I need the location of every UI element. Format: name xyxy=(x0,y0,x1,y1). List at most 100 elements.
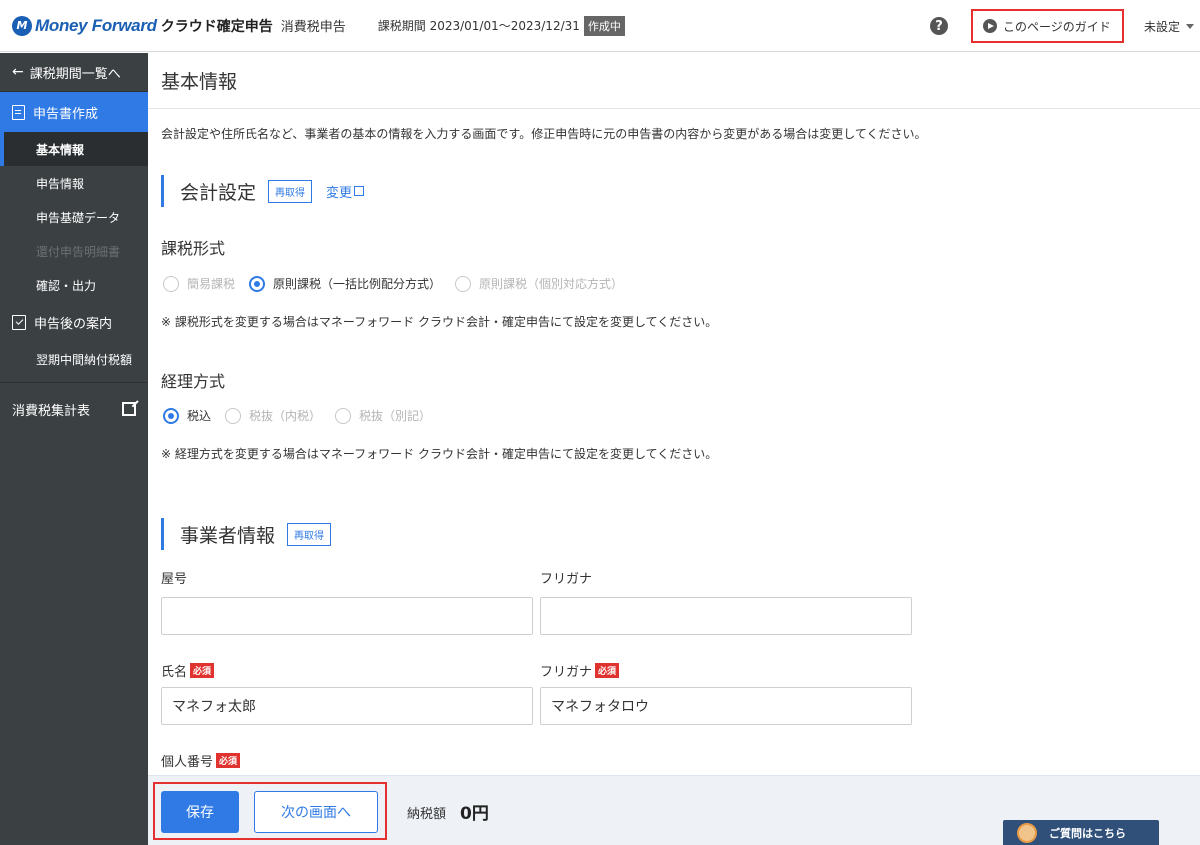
taxation-method-heading: 課税形式 xyxy=(161,239,226,258)
mynumber-label-text: 個人番号 xyxy=(161,755,214,770)
logo-text: Money Forward xyxy=(35,15,157,35)
page-title: 基本情報 xyxy=(148,53,1200,109)
accounting-section-header: 会計設定 再取得 変更 xyxy=(161,175,365,207)
sidebar-item-label: 翌期中間納付税額 xyxy=(36,352,133,367)
sidebar-item-base-data[interactable]: 申告基礎データ xyxy=(0,200,148,234)
main-content: 基本情報 会計設定や住所氏名など、事業者の基本の情報を入力する画面です。修正申告… xyxy=(148,53,1200,845)
required-badge: 必須 xyxy=(190,663,215,678)
tax-amount-value: 0円 xyxy=(460,804,489,824)
user-menu-label: 未設定 xyxy=(1143,19,1180,34)
document-icon xyxy=(12,104,25,120)
tax-amount-label: 納税額 xyxy=(407,807,447,822)
bookkeeping-note: ※ 経理方式を変更する場合はマネーフォワード クラウド会計・確定申告にて設定を変… xyxy=(161,447,718,461)
status-badge: 作成中 xyxy=(583,15,625,36)
arrow-left-icon: ← xyxy=(12,64,24,80)
section-title: 事業者情報 xyxy=(180,524,276,547)
play-icon xyxy=(982,19,997,33)
product-subtitle: 消費税申告 xyxy=(280,20,346,35)
trade-kana-input[interactable] xyxy=(540,597,912,635)
sidebar-item-basic-info[interactable]: 基本情報 xyxy=(0,132,148,166)
name-kana-input[interactable]: マネフォタロウ xyxy=(540,687,912,725)
sidebar-item-label: 申告基礎データ xyxy=(36,210,121,225)
support-chat-button[interactable]: ご質問はこちら xyxy=(1003,820,1159,845)
next-screen-button[interactable]: 次の画面へ xyxy=(254,791,378,833)
support-avatar-icon xyxy=(1017,823,1037,843)
radio-circle xyxy=(335,407,352,424)
product-name: クラウド確定申告 xyxy=(160,18,273,35)
tax-period: 課税期間 2023/01/01〜2023/12/31 xyxy=(377,19,580,33)
sidebar-section-create-label: 申告書作成 xyxy=(33,106,99,122)
name-kana-label-text: フリガナ xyxy=(540,665,593,680)
page-description: 会計設定や住所氏名など、事業者の基本の情報を入力する画面です。修正申告時に元の申… xyxy=(161,127,927,141)
sidebar-item-refund-details: 還付申告明細書 xyxy=(0,234,148,268)
sidebar-item-label: 申告情報 xyxy=(36,176,85,191)
refetch-button[interactable]: 再取得 xyxy=(287,522,332,546)
trade-name-input[interactable] xyxy=(161,597,533,635)
bookkeeping-method-radios: 税込 税抜（内税） 税抜（別記） xyxy=(163,407,445,424)
help-icon[interactable]: ? xyxy=(929,17,948,35)
trade-name-label: 屋号 xyxy=(161,572,188,587)
sidebar-item-label: 還付申告明細書 xyxy=(36,244,121,259)
taxation-note: ※ 課税形式を変更する場合はマネーフォワード クラウド会計・確定申告にて設定を変… xyxy=(161,315,718,329)
section-title: 会計設定 xyxy=(180,181,257,204)
change-label: 変更 xyxy=(326,185,353,201)
money-forward-logo[interactable]: M Money Forward xyxy=(12,15,157,36)
sidebar-divider xyxy=(0,382,148,383)
radio-circle xyxy=(163,275,179,292)
radio-label: 税込 xyxy=(187,409,212,423)
change-settings-link[interactable]: 変更 xyxy=(326,182,365,201)
name-label: 氏名 必須 xyxy=(161,661,215,680)
name-input[interactable]: マネフォ太郎 xyxy=(161,687,533,725)
sidebar-item-label: 確認・出力 xyxy=(36,278,97,293)
sidebar-item-interim-tax[interactable]: 翌期中間納付税額 xyxy=(0,342,148,376)
radio-general-lump: 原則課税（一括比例配分方式） xyxy=(249,275,441,292)
mynumber-label: 個人番号 必須 xyxy=(161,751,241,770)
radio-label: 税抜（別記） xyxy=(359,409,432,423)
radio-label: 簡易課税 xyxy=(187,277,236,291)
external-link-icon xyxy=(354,186,365,196)
sidebar-section-after[interactable]: 申告後の案内 xyxy=(0,302,148,342)
sidebar-item-label: 基本情報 xyxy=(36,142,85,157)
radio-tax-inclusive: 税込 xyxy=(163,407,211,424)
mf-logo-icon: M xyxy=(12,15,32,36)
bottom-action-bar: 保存 次の画面へ 納税額 0円 ご質問はこちら xyxy=(148,775,1200,845)
checklist-icon xyxy=(12,314,26,330)
required-badge: 必須 xyxy=(216,753,241,768)
radio-circle-checked xyxy=(163,407,179,424)
radio-simplified: 簡易課税 xyxy=(163,275,235,292)
radio-tax-exclusive-inner: 税抜（内税） xyxy=(225,407,321,424)
radio-label: 税抜（内税） xyxy=(249,409,322,423)
sidebar-item-label: 消費税集計表 xyxy=(12,403,91,419)
radio-circle xyxy=(225,407,242,424)
radio-general-individual: 原則課税（個別対応方式） xyxy=(455,275,623,292)
bookkeeping-method-heading: 経理方式 xyxy=(161,372,226,391)
radio-label: 原則課税（個別対応方式） xyxy=(479,277,624,291)
sidebar-item-declaration-info[interactable]: 申告情報 xyxy=(0,166,148,200)
caret-down-icon xyxy=(1186,23,1194,29)
sidebar-section-create[interactable]: 申告書作成 xyxy=(0,92,148,132)
sidebar-section-after-label: 申告後の案内 xyxy=(34,316,113,332)
radio-circle-checked xyxy=(249,275,266,292)
support-label: ご質問はこちら xyxy=(1049,827,1126,840)
sidebar-item-tax-summary[interactable]: 消費税集計表 xyxy=(0,389,148,429)
required-badge: 必須 xyxy=(595,663,620,678)
taxation-method-radios: 簡易課税 原則課税（一括比例配分方式） 原則課税（個別対応方式） xyxy=(163,275,637,292)
page-guide-label: このページのガイド xyxy=(1002,19,1111,34)
external-link-icon xyxy=(122,402,136,416)
business-section-header: 事業者情報 再取得 xyxy=(161,518,332,550)
back-to-periods-link[interactable]: ← 課税期間一覧へ xyxy=(0,53,148,92)
save-button[interactable]: 保存 xyxy=(161,791,239,833)
app-header: M Money Forward クラウド確定申告 消費税申告 課税期間 2023… xyxy=(0,0,1200,52)
name-kana-label: フリガナ 必須 xyxy=(540,661,620,680)
name-label-text: 氏名 xyxy=(161,665,188,680)
user-menu[interactable]: 未設定 xyxy=(1144,18,1194,35)
sidebar: ← 課税期間一覧へ 申告書作成 基本情報 申告情報 申告基礎データ 還付申告明細… xyxy=(0,53,148,845)
radio-tax-exclusive-separate: 税抜（別記） xyxy=(335,407,431,424)
radio-label: 原則課税（一括比例配分方式） xyxy=(273,277,442,291)
page-guide-button[interactable]: このページのガイド xyxy=(970,9,1124,43)
back-label: 課税期間一覧へ xyxy=(29,66,121,82)
refetch-button[interactable]: 再取得 xyxy=(268,179,313,203)
radio-circle xyxy=(455,275,472,292)
trade-kana-label: フリガナ xyxy=(540,572,593,587)
sidebar-item-confirm-output[interactable]: 確認・出力 xyxy=(0,268,148,302)
